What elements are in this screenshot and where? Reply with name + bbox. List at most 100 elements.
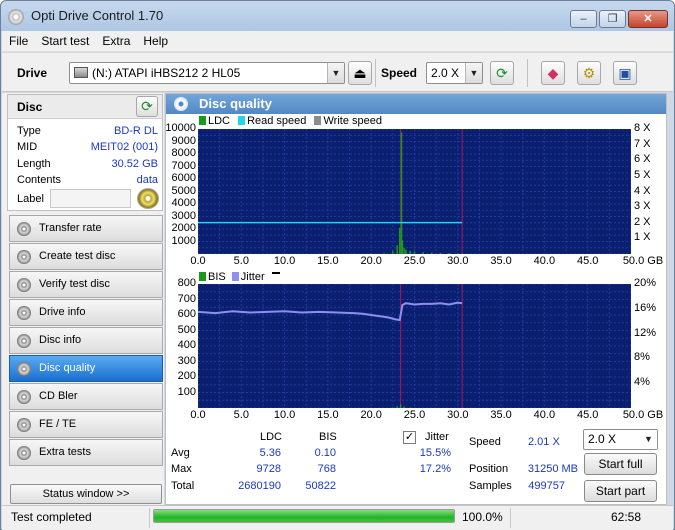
y2-tick-label: 6 X (634, 153, 651, 166)
position-value: 31250 MB (527, 463, 578, 475)
bis-chart-legend: BIS Jitter (199, 271, 282, 283)
eject-button[interactable]: ⏏ (348, 61, 372, 85)
progress-bar (153, 509, 455, 523)
chevron-down-icon: ▼ (327, 63, 344, 83)
x-tick-label: 25.0 (403, 409, 426, 421)
save-button[interactable]: ▣ (613, 61, 637, 85)
y-tick-label: 500 (177, 323, 196, 336)
legend-swatch (271, 272, 280, 274)
col-ldc: LDC (260, 431, 283, 443)
nav-drive-info[interactable]: Drive info (9, 299, 163, 326)
x-tick-label: 15.0 (317, 409, 339, 421)
application-window: Opti Drive Control 1.70 ‒ ❐ ✕ File Start … (0, 0, 675, 530)
start-part-button[interactable]: Start part (584, 480, 657, 502)
nav-fe-te[interactable]: FE / TE (9, 411, 163, 438)
disc-icon (17, 446, 31, 460)
disc-app-icon (8, 9, 24, 25)
speed-select[interactable]: 2.0 X ▼ (426, 62, 483, 84)
status-divider (149, 508, 150, 528)
x-tick-label: 0.0 (190, 409, 206, 421)
start-full-button[interactable]: Start full (584, 453, 657, 475)
y2-tick-label: 5 X (634, 168, 651, 181)
x-tick-label: 15.0 (317, 255, 339, 267)
chevron-down-icon: ▼ (465, 63, 482, 83)
y-tick-label: 800 (177, 277, 196, 289)
refresh-icon: ⟳ (496, 65, 508, 81)
x-tick-label: 40.0 (533, 409, 556, 421)
nav-extra-tests[interactable]: Extra tests (9, 439, 163, 466)
disc-label-field[interactable] (50, 189, 131, 208)
disc-contents-key: Contents (17, 174, 62, 186)
max-jitter: 17.2% (419, 463, 451, 475)
window-title: Opti Drive Control 1.70 (31, 8, 164, 23)
x-tick-label: 20.0 (360, 409, 382, 421)
y-tick-label: 10000 (165, 122, 196, 134)
eject-icon: ⏏ (353, 65, 367, 81)
nav-create-test-disc[interactable]: Create test disc (9, 243, 163, 270)
nav-label: FE / TE (39, 418, 77, 430)
nav-disc-quality[interactable]: Disc quality (9, 355, 163, 382)
status-text: Test completed (11, 510, 92, 524)
menu-start-test[interactable]: Start test (34, 31, 95, 48)
panel-header: Disc quality (166, 94, 666, 114)
close-button[interactable]: ✕ (628, 10, 668, 28)
disc-panel-title: Disc (17, 100, 43, 114)
status-window-button[interactable]: Status window >> (10, 484, 162, 504)
elapsed-time: 62:58 (611, 510, 642, 524)
test-speed-select[interactable]: 2.0 X ▼ (583, 429, 658, 450)
title-bar[interactable]: Opti Drive Control 1.70 ‒ ❐ ✕ (1, 1, 674, 31)
row-total: Total (171, 480, 195, 492)
bis-chart-plot (197, 283, 632, 409)
avg-jitter: 15.5% (419, 447, 451, 459)
nav-label: Create test disc (39, 250, 116, 262)
menu-file[interactable]: File (2, 31, 34, 48)
progress-percent: 100.0% (462, 510, 503, 524)
x-tick-label: 20.0 (360, 255, 382, 267)
nav-transfer-rate[interactable]: Transfer rate (9, 215, 163, 242)
y-tick-label: 100 (177, 385, 196, 398)
settings-button[interactable]: ⚙ (577, 61, 601, 85)
y2-tick-label: 3 X (634, 200, 651, 213)
legend-jitter: Jitter (240, 271, 265, 283)
menu-extra[interactable]: Extra (95, 31, 136, 48)
nav-cd-bler[interactable]: CD Bler (9, 383, 163, 410)
legend-swatch (199, 116, 206, 125)
ldc-chart-svg (197, 128, 632, 255)
toolbar: Drive (N:) ATAPI iHBS212 2 HL05 ▼ ⏏ Spee… (2, 53, 673, 92)
x-tick-label: 50.0 GB (622, 255, 664, 267)
y-tick-label: 5000 (171, 184, 196, 197)
minimize-button[interactable]: ‒ (570, 10, 597, 28)
samples-label: Samples (469, 480, 512, 492)
drive-select[interactable]: (N:) ATAPI iHBS212 2 HL05 ▼ (69, 62, 345, 84)
erase-button[interactable]: ◆ (541, 61, 565, 85)
x-tick-label: 30.0 (447, 255, 469, 267)
y2-tick-label: 4% (634, 376, 650, 389)
label-disc-button[interactable] (137, 188, 159, 209)
refresh-button[interactable]: ⟳ (490, 61, 514, 85)
bis-chart-svg (197, 283, 632, 409)
progress-fill (154, 510, 454, 522)
maximize-button[interactable]: ❐ (599, 10, 626, 28)
disc-type-value: BD-R DL (113, 125, 158, 137)
legend-swatch (199, 272, 206, 281)
drive-select-value: (N:) ATAPI iHBS212 2 HL05 (92, 66, 241, 80)
checkmark-icon: ✓ (404, 431, 415, 443)
nav-disc-info[interactable]: Disc info (9, 327, 163, 354)
x-tick-label: 10.0 (273, 255, 296, 267)
row-max: Max (171, 463, 192, 475)
jitter-checkbox[interactable]: ✓ (403, 431, 416, 444)
legend-bis: BIS (208, 271, 226, 283)
x-tick-label: 35.0 (490, 409, 512, 421)
disc-type-key: Type (17, 125, 41, 137)
menu-help[interactable]: Help (136, 31, 174, 48)
disc-icon (17, 362, 31, 376)
disc-icon (17, 418, 31, 432)
y-tick-label: 9000 (171, 134, 196, 147)
nav-verify-test-disc[interactable]: Verify test disc (9, 271, 163, 298)
disc-refresh-button[interactable]: ⟳ (136, 96, 158, 117)
toolbar-divider (527, 59, 528, 87)
nav-label: Disc info (39, 334, 82, 346)
drive-label: Drive (17, 66, 48, 80)
col-jitter: Jitter (425, 431, 449, 443)
jitter-line (197, 301, 463, 322)
